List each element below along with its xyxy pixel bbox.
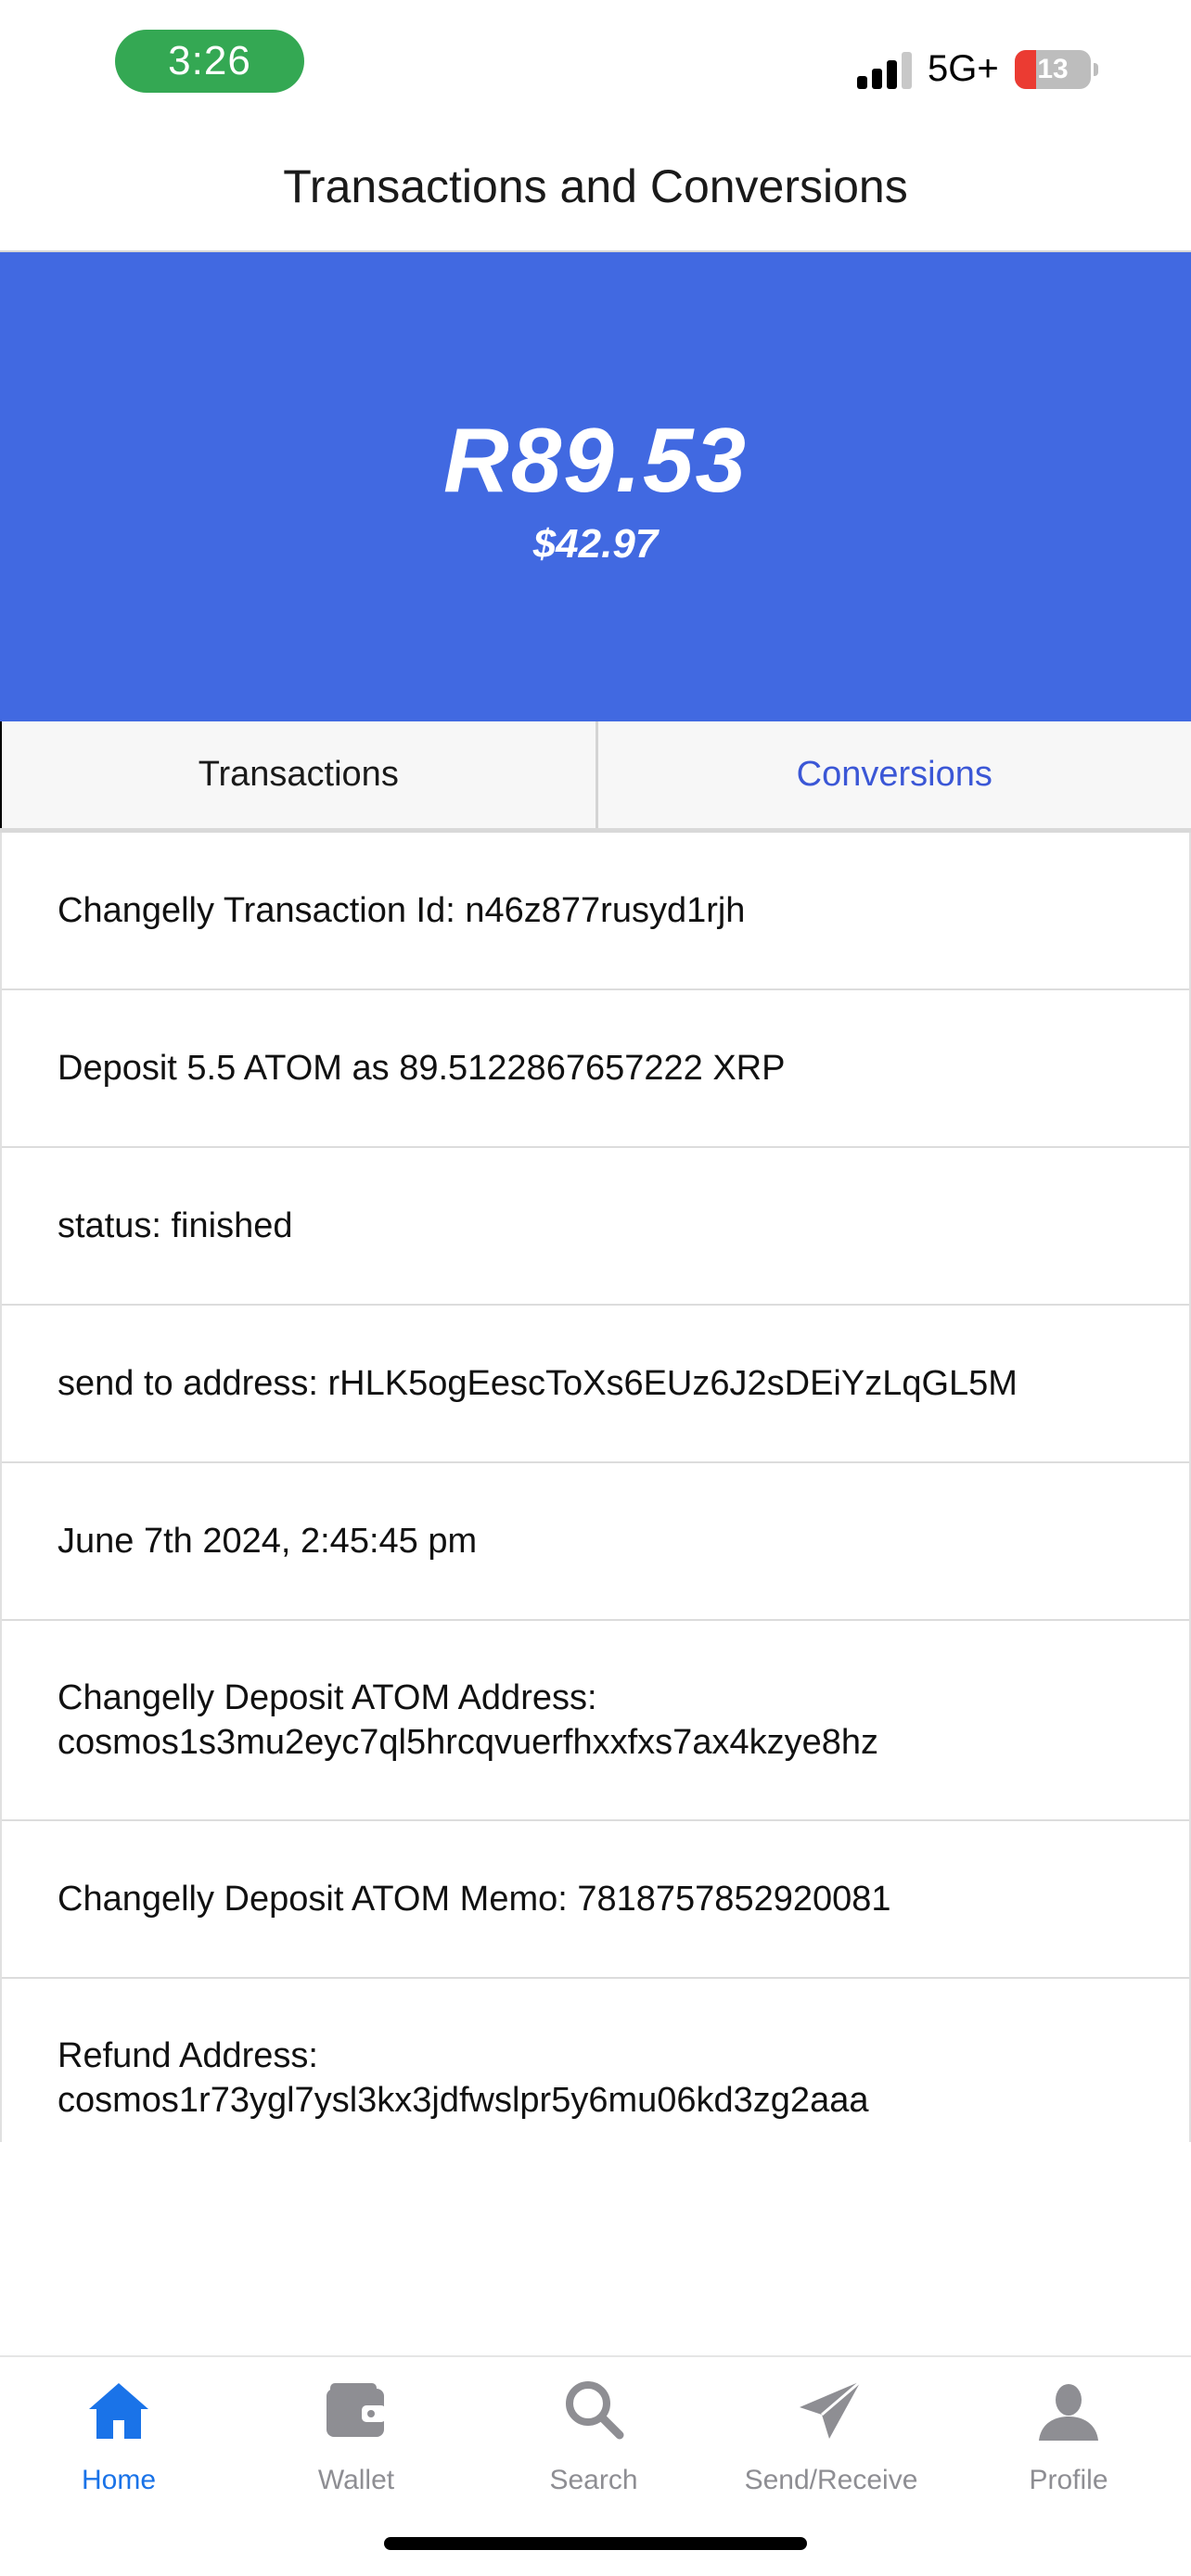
balance-primary: R89.53 [442,409,748,511]
transaction-details-list: Changelly Transaction Id: n46z877rusyd1r… [0,833,1191,2142]
nav-home-label: Home [81,2465,157,2495]
send-icon [800,2379,862,2439]
profile-icon [1039,2384,1098,2441]
nav-wallet[interactable]: Wallet [237,2374,475,2496]
list-item[interactable]: Changelly Transaction Id: n46z877rusyd1r… [2,833,1189,990]
deposit-summary: Deposit 5.5 ATOM as 89.5122867657222 XRP [58,1049,786,1088]
nav-search-label: Search [549,2465,638,2495]
send-to-address: send to address: rHLK5ogEescToXs6EUz6J2s… [58,1364,1018,1403]
deposit-memo: Changelly Deposit ATOM Memo: 78187578529… [58,1880,891,1919]
transaction-date: June 7th 2024, 2:45:45 pm [58,1522,478,1561]
list-item[interactable]: Changelly Deposit ATOM Address: cosmos1s… [2,1621,1189,1821]
list-item[interactable]: Changelly Deposit ATOM Memo: 78187578529… [2,1821,1189,1979]
app-screen: 3:26 5G+ 13 Transactions and Conversions… [0,0,1191,2576]
tab-conversions[interactable]: Conversions [597,721,1191,828]
deposit-address: Changelly Deposit ATOM Address: cosmos1s… [58,1678,878,1762]
tab-transactions[interactable]: Transactions [0,721,598,828]
list-item[interactable]: June 7th 2024, 2:45:45 pm [2,1463,1189,1621]
tab-bar: Transactions Conversions [0,721,1191,833]
cellular-signal-icon [857,52,912,89]
home-indicator[interactable] [384,2537,807,2550]
list-item[interactable]: status: finished [2,1148,1189,1306]
balance-secondary: $42.97 [532,521,659,567]
nav-search[interactable]: Search [475,2374,712,2496]
refund-address: Refund Address: cosmos1r73ygl7ysl3kx3jdf… [58,2036,869,2120]
network-type: 5G+ [928,48,999,89]
nav-send-receive[interactable]: Send/Receive [712,2374,950,2496]
balance-banner: R89.53 $42.97 [0,252,1191,721]
battery-level-text: 13 [1037,54,1069,84]
status-bar: 3:26 5G+ 13 [0,0,1191,111]
nav-send-receive-label: Send/Receive [744,2465,918,2495]
search-icon [566,2381,624,2440]
list-item[interactable]: Refund Address: cosmos1r73ygl7ysl3kx3jdf… [2,1979,1189,2142]
nav-profile-label: Profile [1029,2465,1108,2495]
page-title: Transactions and Conversions [283,160,908,212]
transaction-id: Changelly Transaction Id: n46z877rusyd1r… [58,891,746,930]
nav-home[interactable]: Home [0,2374,237,2496]
nav-wallet-label: Wallet [317,2465,395,2495]
list-item[interactable]: Deposit 5.5 ATOM as 89.5122867657222 XRP [2,990,1189,1148]
status-time[interactable]: 3:26 [115,30,304,93]
transaction-status: status: finished [58,1206,293,1245]
nav-profile[interactable]: Profile [950,2374,1187,2496]
battery-icon: 13 [1015,50,1098,89]
list-item[interactable]: send to address: rHLK5ogEescToXs6EUz6J2s… [2,1306,1189,1463]
home-icon [89,2383,148,2439]
wallet-icon [327,2383,386,2437]
